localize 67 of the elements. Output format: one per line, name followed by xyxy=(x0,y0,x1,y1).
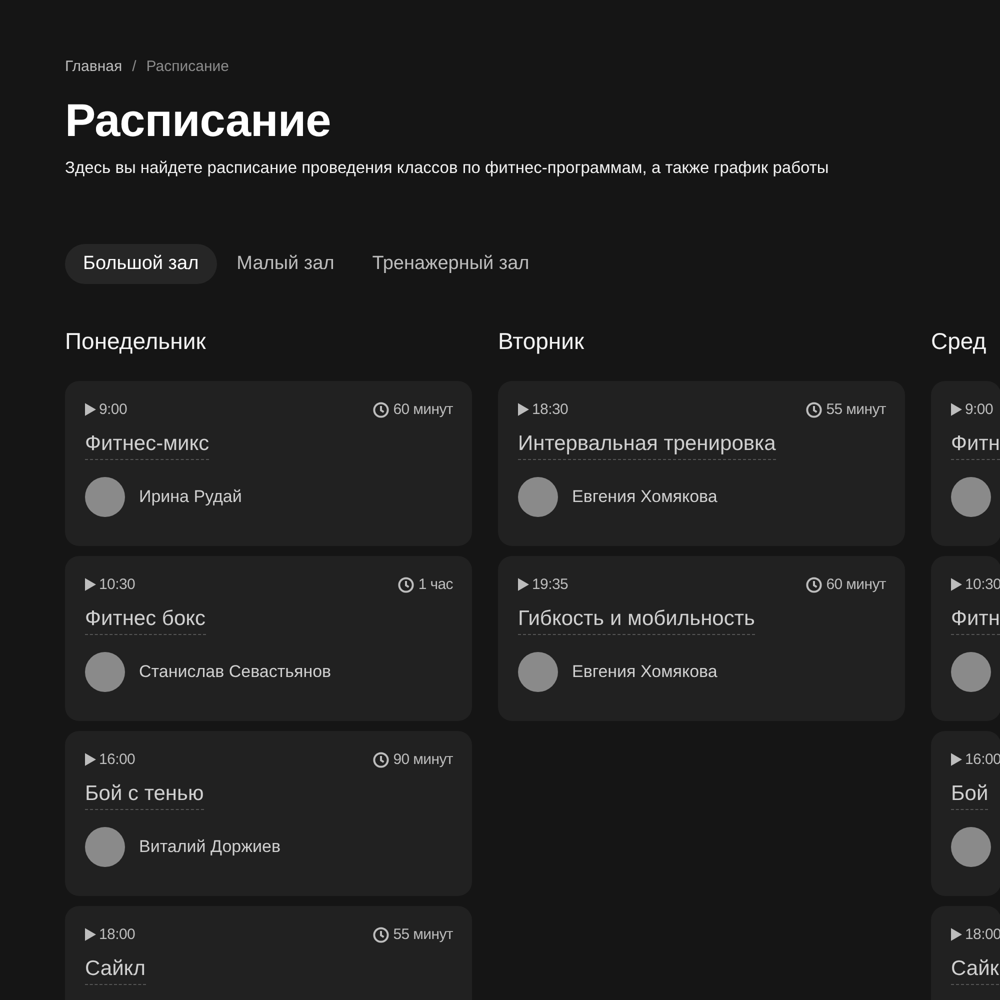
breadcrumb-separator: / xyxy=(132,58,136,75)
class-card[interactable]: 16:00 90 минут Бой с тенью Виталий Доржиев xyxy=(65,731,472,896)
class-time: 18:30 xyxy=(532,401,568,418)
play-icon xyxy=(951,578,962,591)
class-card[interactable]: 18:30 55 минут Интервальная тренировка Евгения Хомякова xyxy=(498,381,905,546)
clock-icon xyxy=(806,402,822,418)
breadcrumb-current: Расписание xyxy=(146,58,229,75)
play-icon xyxy=(85,928,96,941)
play-icon xyxy=(951,928,962,941)
class-title[interactable]: Фитнес-микс xyxy=(85,432,210,460)
avatar-placeholder xyxy=(85,477,125,517)
trainer-name: Виталий Доржиев xyxy=(139,837,280,857)
play-icon xyxy=(518,403,529,416)
class-time: 9:00 xyxy=(99,401,127,418)
trainer-name: Евгения Хомякова xyxy=(572,662,718,682)
class-title[interactable]: Гибкость и мобильность xyxy=(518,607,755,635)
page-title: Расписание xyxy=(65,93,332,147)
class-title[interactable]: Фитн xyxy=(951,607,1000,635)
class-title[interactable]: Бой xyxy=(951,782,988,810)
avatar-placeholder xyxy=(518,652,558,692)
hall-tab[interactable]: Большой зал xyxy=(65,244,217,284)
class-duration: 55 минут xyxy=(826,401,886,418)
class-time: 10:30 xyxy=(99,576,136,593)
class-title[interactable]: Интервальная тренировка xyxy=(518,432,776,460)
trainer-name: Ирина Рудай xyxy=(139,487,242,507)
clock-icon xyxy=(806,576,822,592)
day-heading: Понедельник xyxy=(65,328,207,355)
play-icon xyxy=(951,753,962,766)
play-icon xyxy=(85,578,96,591)
play-icon xyxy=(951,403,962,416)
breadcrumb-link[interactable]: Главная xyxy=(65,58,122,75)
trainer-name: Евгения Хомякова xyxy=(572,487,718,507)
page-description: Здесь вы найдете расписание проведения классов по фитнес-программам, а также график работы xyxy=(65,159,830,178)
hall-tab[interactable]: Малый зал xyxy=(218,244,352,284)
avatar-placeholder xyxy=(85,652,125,692)
class-time: 19:35 xyxy=(532,576,568,593)
class-time: 9:00 xyxy=(965,401,993,418)
class-card[interactable]: 10:30 1 час Фитнес бокс Станислав Севастьянов xyxy=(65,556,472,721)
clock-icon xyxy=(373,752,390,768)
play-icon xyxy=(518,578,529,591)
class-duration: 60 минут xyxy=(826,576,886,593)
class-title[interactable]: Фитн xyxy=(951,432,1000,460)
class-title[interactable]: Сайкл xyxy=(85,957,146,985)
day-heading: Сред xyxy=(931,328,988,355)
class-card[interactable]: 9:00 Фитн xyxy=(931,381,1000,546)
class-card[interactable]: 19:35 60 минут Гибкость и мобильность Евгения Хомякова xyxy=(498,556,905,721)
class-time: 16:00 xyxy=(99,751,136,768)
play-icon xyxy=(85,753,96,766)
play-icon xyxy=(85,403,96,416)
avatar-placeholder xyxy=(85,827,125,867)
clock-icon xyxy=(373,402,390,418)
trainer-name: Станислав Севастьянов xyxy=(139,662,332,682)
clock-icon xyxy=(398,576,414,592)
class-title[interactable]: Бой с тенью xyxy=(85,782,204,810)
class-card[interactable]: 18:00 55 минут Сайкл xyxy=(65,906,472,1000)
clock-icon xyxy=(373,926,390,942)
class-duration: 55 минут xyxy=(393,926,453,943)
hall-tab[interactable]: Тренажерный зал xyxy=(354,244,548,284)
class-duration: 1 час xyxy=(418,576,453,593)
class-card[interactable]: 9:00 60 минут Фитнес-микс Ирина Рудай xyxy=(65,381,472,546)
class-title[interactable]: Сайк xyxy=(951,957,999,985)
class-duration: 90 минут xyxy=(393,751,453,768)
avatar-placeholder xyxy=(518,477,558,517)
day-heading: Вторник xyxy=(498,328,586,355)
class-title[interactable]: Фитнес бокс xyxy=(85,607,206,635)
class-duration: 60 минут xyxy=(393,401,453,418)
class-time: 18:00 xyxy=(99,926,136,943)
